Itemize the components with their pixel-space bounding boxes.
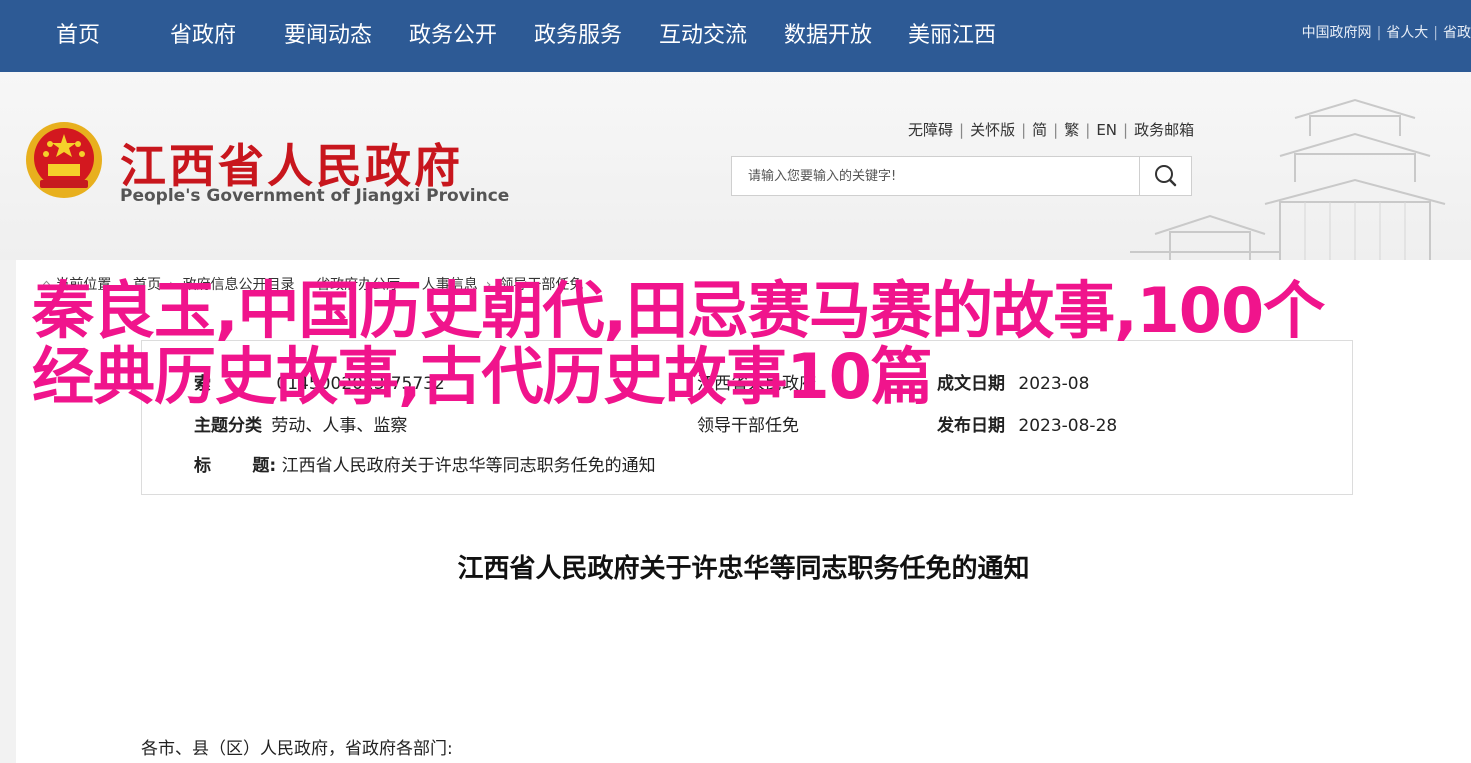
meta-row-title: 标 题: 江西省人民政府关于许忠华等同志职务任免的通知 — [194, 451, 656, 476]
link-simplified[interactable]: 简 — [1032, 121, 1047, 139]
link-government-email[interactable]: 政务邮箱 — [1134, 121, 1194, 139]
top-links: 中国政府网 | 省人大 | 省政 — [1302, 22, 1471, 42]
meta-topic-value-2: 领导干部任免 — [697, 416, 799, 436]
search-button[interactable] — [1139, 157, 1191, 195]
top-nav-bar: 首页 省政府 要闻动态 政务公开 政务服务 互动交流 数据开放 美丽江西 中国政… — [0, 0, 1471, 72]
link-care-version[interactable]: 关怀版 — [970, 121, 1015, 139]
meta-label-topic: 主题分类 — [194, 416, 262, 436]
separator: | — [1123, 121, 1129, 139]
link-china-gov[interactable]: 中国政府网 — [1302, 25, 1372, 41]
search-input[interactable] — [732, 157, 1140, 195]
site-subtitle: People's Government of Jiangxi Province — [120, 186, 510, 206]
nav-item-open-data[interactable]: 数据开放 — [784, 0, 872, 72]
search-box — [731, 156, 1192, 196]
search-icon — [1155, 165, 1177, 187]
site-header: 江西省人民政府 People's Government of Jiangxi P… — [0, 72, 1471, 260]
national-emblem-logo — [26, 122, 102, 198]
nav-item-government-services[interactable]: 政务服务 — [534, 0, 622, 72]
meta-pub-date-value: 2023-08-28 — [1018, 416, 1118, 436]
link-accessibility[interactable]: 无障碍 — [908, 121, 953, 139]
article-salutation: 各市、县（区）人民政府，省政府各部门: — [141, 739, 453, 759]
separator: | — [1053, 121, 1059, 139]
separator: | — [1376, 25, 1382, 41]
nav-item-news[interactable]: 要闻动态 — [284, 0, 372, 72]
link-traditional[interactable]: 繁 — [1064, 121, 1079, 139]
meta-label-title-b: 题: — [252, 456, 277, 476]
overlay-headline: 秦良玉,中国历史朝代,田忌赛马赛的故事,100个经典历史故事,古代历史故事10篇 — [32, 274, 1325, 413]
meta-title-value: 江西省人民政府关于许忠华等同志职务任免的通知 — [281, 456, 656, 476]
utility-links: 无障碍 | 关怀版 | 简 | 繁 | EN | 政务邮箱 — [908, 119, 1194, 140]
nav-item-beautiful-jiangxi[interactable]: 美丽江西 — [908, 0, 996, 72]
link-provincial-congress[interactable]: 省人大 — [1386, 25, 1428, 41]
separator: | — [1433, 25, 1438, 41]
meta-label-pub-date: 发布日期 — [937, 416, 1005, 436]
meta-row-pub-date: 发布日期 2023-08-28 — [937, 411, 1117, 436]
separator: | — [959, 121, 965, 139]
nav-item-provincial-government[interactable]: 省政府 — [170, 0, 236, 72]
article-title: 江西省人民政府关于许忠华等同志职务任免的通知 — [457, 554, 1030, 584]
nav-item-home[interactable]: 首页 — [56, 0, 100, 72]
link-english[interactable]: EN — [1096, 121, 1117, 139]
meta-label-title-a: 标 — [194, 456, 211, 476]
separator: | — [1085, 121, 1091, 139]
meta-topic-value: 劳动、人事、监察 — [271, 416, 408, 436]
nav-item-government-affairs-public[interactable]: 政务公开 — [409, 0, 497, 72]
nav-item-interaction[interactable]: 互动交流 — [659, 0, 747, 72]
meta-row-topic-2: 领导干部任免 — [697, 411, 799, 436]
link-provincial-cppcc[interactable]: 省政 — [1443, 25, 1471, 41]
separator: | — [1021, 121, 1027, 139]
meta-row-topic: 主题分类 劳动、人事、监察 — [194, 411, 407, 436]
